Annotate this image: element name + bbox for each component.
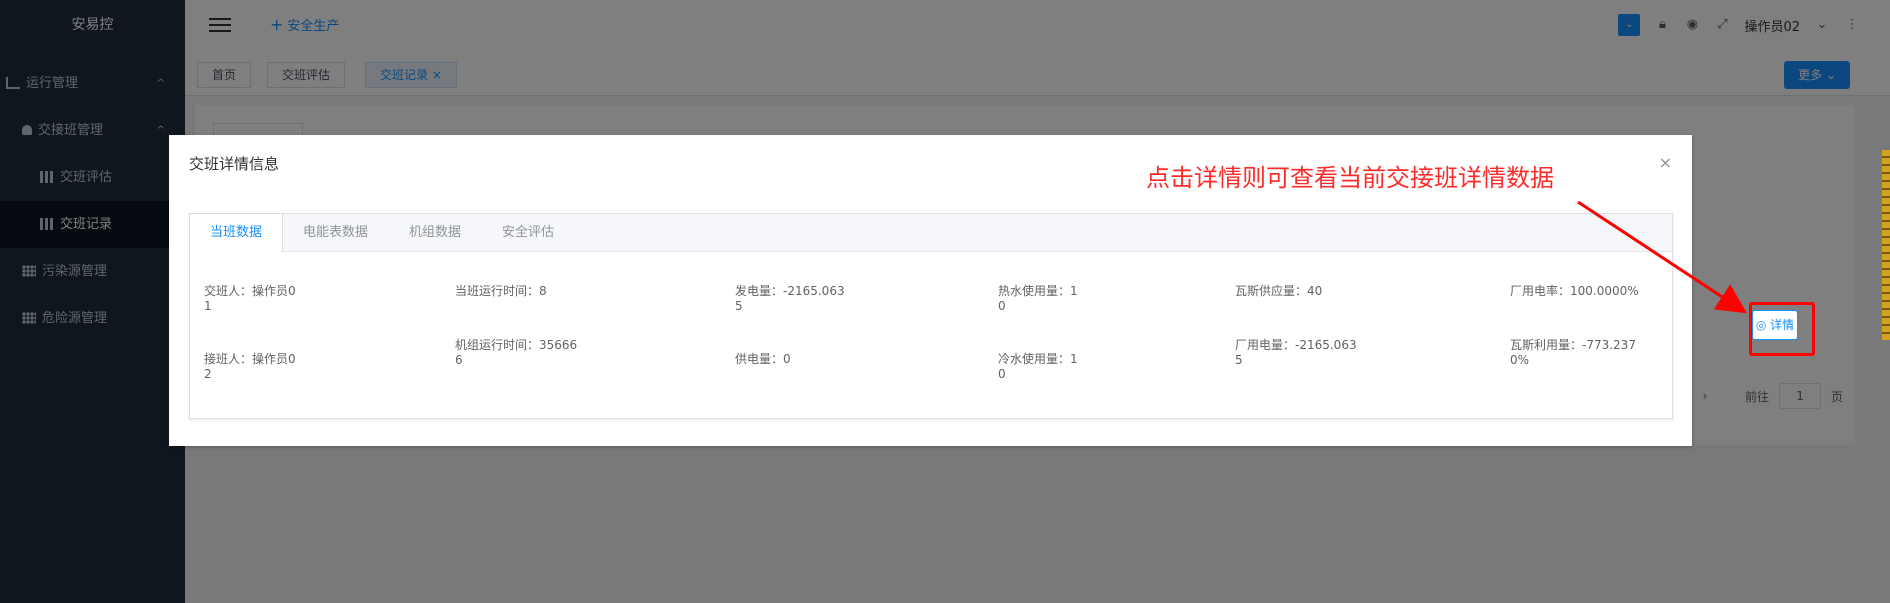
scrollbar-edge[interactable]: [1882, 150, 1890, 340]
annotation-highlight-box: [1749, 302, 1815, 356]
annotation-arrow-icon: [1577, 200, 1748, 314]
